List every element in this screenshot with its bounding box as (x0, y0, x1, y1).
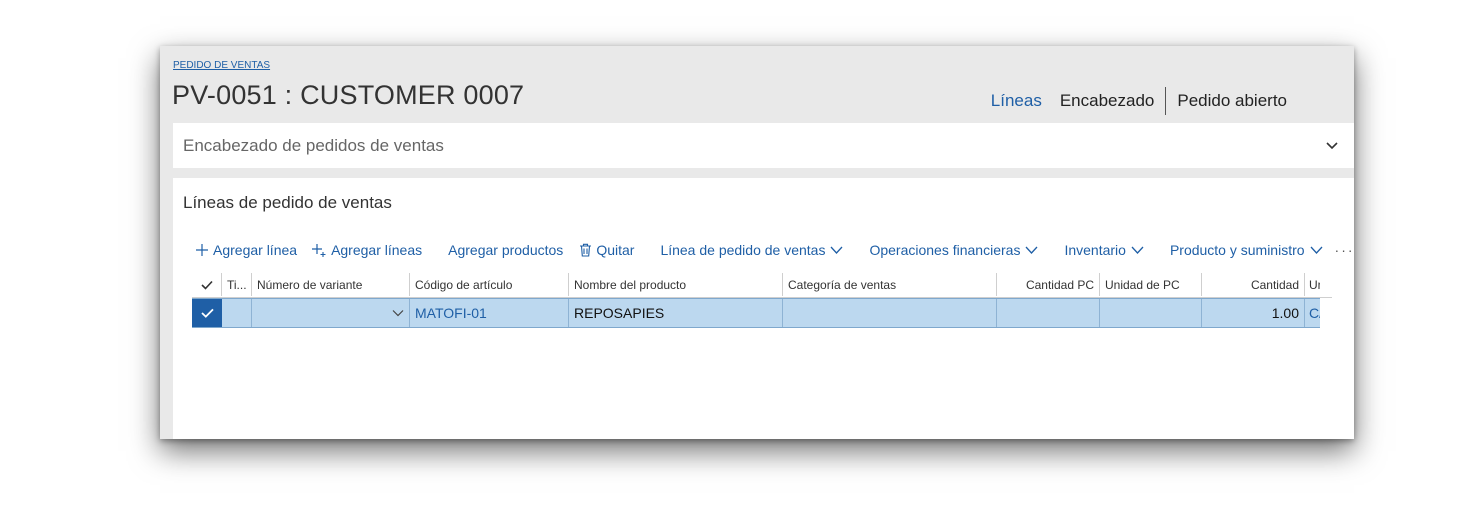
col-header-cw-unit[interactable]: Unidad de PC (1100, 273, 1202, 296)
product-supply-label: Producto y suministro (1169, 242, 1305, 258)
checkmark-icon (200, 280, 213, 290)
header-section-label: Encabezado de pedidos de ventas (183, 136, 444, 155)
add-line-label: Agregar línea (213, 242, 298, 258)
inventory-label: Inventario (1064, 242, 1126, 258)
cell-product-name[interactable]: REPOSAPIES (569, 299, 783, 327)
sales-order-window: PEDIDO DE VENTAS PV-0051 : CUSTOMER 0007… (160, 46, 1354, 439)
col-header-item-code[interactable]: Código de artículo (410, 273, 569, 296)
add-products-button[interactable]: Agregar productos (448, 242, 563, 258)
add-lines-button[interactable]: Agregar líneas (311, 242, 422, 258)
sales-lines-grid: Ti... Número de variante Código de artíc… (192, 271, 1332, 328)
tab-lines[interactable]: Líneas (982, 91, 1051, 111)
cell-unit[interactable]: C/ (1305, 299, 1320, 327)
grid-header-row: Ti... Número de variante Código de artíc… (192, 271, 1320, 298)
top-tabs: Líneas Encabezado Pedido abierto (982, 86, 1296, 116)
cell-item-code[interactable]: MATOFI-01 (410, 299, 569, 327)
col-header-product-name[interactable]: Nombre del producto (569, 273, 783, 296)
add-products-label: Agregar productos (448, 242, 564, 258)
chevron-down-icon (1025, 246, 1038, 254)
col-header-unit[interactable]: Unid (1305, 273, 1320, 296)
chevron-down-icon (392, 310, 404, 317)
cell-variant-dropdown[interactable] (252, 299, 410, 327)
cell-cw-qty[interactable] (997, 299, 1100, 327)
sales-order-line-menu[interactable]: Línea de pedido de ventas (660, 242, 843, 258)
sales-order-line-label: Línea de pedido de ventas (660, 242, 826, 258)
plus-icon (196, 244, 208, 256)
breadcrumb[interactable]: PEDIDO DE VENTAS (173, 60, 270, 71)
chevron-down-icon[interactable] (1324, 137, 1340, 153)
table-row[interactable]: MATOFI-01 REPOSAPIES 1.00 C/ (192, 298, 1320, 328)
col-header-variant[interactable]: Número de variante (252, 273, 410, 296)
chevron-down-icon (830, 246, 843, 254)
select-all-checkbox[interactable] (192, 273, 222, 296)
cell-cw-unit[interactable] (1100, 299, 1202, 327)
cell-quantity[interactable]: 1.00 (1202, 299, 1305, 327)
tab-open-order[interactable]: Pedido abierto (1168, 91, 1296, 111)
tab-divider (1165, 87, 1167, 115)
remove-button[interactable]: Quitar (579, 242, 634, 258)
tab-header[interactable]: Encabezado (1051, 91, 1164, 111)
cell-type[interactable] (222, 299, 252, 327)
header-section-toggle[interactable]: Encabezado de pedidos de ventas (173, 123, 1354, 168)
financials-label: Operaciones financieras (869, 242, 1021, 258)
row-checkbox[interactable] (192, 299, 222, 327)
product-supply-menu[interactable]: Producto y suministro (1170, 242, 1323, 258)
financials-menu[interactable]: Operaciones financieras (869, 242, 1038, 258)
add-lines-label: Agregar líneas (331, 242, 423, 258)
col-header-sales-category[interactable]: Categoría de ventas (783, 273, 997, 296)
chevron-down-icon (1131, 246, 1144, 254)
more-options-button[interactable]: ··· (1335, 242, 1354, 258)
lines-section-title: Líneas de pedido de ventas (183, 193, 392, 212)
remove-label: Quitar (596, 242, 635, 258)
add-multiple-icon (312, 244, 326, 257)
cell-sales-category[interactable] (783, 299, 997, 327)
page-title: PV-0051 : CUSTOMER 0007 (172, 80, 525, 110)
lines-section: Líneas de pedido de ventas Agregar línea… (173, 178, 1354, 439)
col-header-quantity[interactable]: Cantidad (1202, 273, 1305, 296)
add-line-button[interactable]: Agregar línea (195, 242, 297, 258)
checkmark-icon (200, 308, 214, 318)
trash-icon (580, 243, 592, 257)
lines-toolbar: Agregar línea Agregar líneas Agregar pro… (195, 240, 1354, 260)
col-header-cw-qty[interactable]: Cantidad PC (997, 273, 1100, 296)
col-header-type[interactable]: Ti... (222, 273, 252, 296)
inventory-menu[interactable]: Inventario (1064, 242, 1144, 258)
chevron-down-icon (1310, 246, 1323, 254)
